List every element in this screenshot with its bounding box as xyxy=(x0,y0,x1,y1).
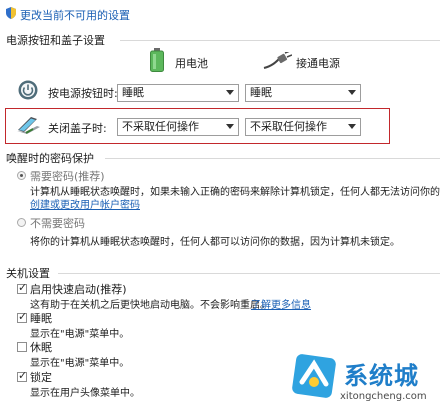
chevron-down-icon xyxy=(226,124,234,129)
change-unavailable-settings-link[interactable]: 更改当前不可用的设置 xyxy=(20,7,130,23)
chevron-down-icon xyxy=(348,90,356,95)
lock-checkbox[interactable] xyxy=(17,369,27,382)
lid-close-label: 关闭盖子时: xyxy=(48,122,107,135)
shutdown-section-title: 关机设置 xyxy=(6,267,50,280)
power-buttons-section-title: 电源按钮和盖子设置 xyxy=(6,34,105,47)
fast-startup-description: 这有助于在关机之后更快地启动电脑。不会影响重启。 xyxy=(30,300,270,311)
lid-plugged-select[interactable]: 不采取任何操作 xyxy=(245,118,361,136)
power-button-icon xyxy=(18,80,38,100)
chevron-down-icon xyxy=(226,90,234,95)
chevron-down-icon xyxy=(348,124,356,129)
sleep-description: 显示在"电源"菜单中。 xyxy=(30,329,130,340)
watermark-url: xitongcheng.com xyxy=(340,391,427,402)
lid-battery-select[interactable]: 不采取任何操作 xyxy=(117,118,239,136)
laptop-lid-icon xyxy=(15,114,41,136)
lid-battery-value: 不采取任何操作 xyxy=(122,120,199,133)
hibernate-description: 显示在"电源"菜单中。 xyxy=(30,358,130,369)
lid-plugged-value: 不采取任何操作 xyxy=(250,120,327,133)
sleep-label: 睡眠 xyxy=(30,312,52,325)
plug-icon xyxy=(262,50,293,70)
power-button-battery-value: 睡眠 xyxy=(122,86,144,99)
fast-startup-label: 启用快速启动(推荐) xyxy=(30,283,127,296)
watermark-logo-icon xyxy=(292,354,336,398)
battery-icon xyxy=(150,48,164,72)
section-divider xyxy=(58,273,440,274)
no-password-radio[interactable] xyxy=(17,218,26,227)
battery-column-label: 用电池 xyxy=(175,57,208,70)
require-password-radio[interactable] xyxy=(17,171,26,180)
require-password-label: 需要密码(推荐) xyxy=(30,170,105,183)
fast-startup-checkbox[interactable] xyxy=(17,281,27,294)
hibernate-checkbox[interactable] xyxy=(17,342,27,352)
plugged-column-label: 接通电源 xyxy=(296,57,340,70)
section-divider xyxy=(120,40,440,41)
power-button-label: 按电源按钮时: xyxy=(48,87,118,100)
create-change-password-link[interactable]: 创建或更改用户帐户密码 xyxy=(30,196,140,211)
no-password-label: 不需要密码 xyxy=(30,217,85,230)
lock-description: 显示在用户头像菜单中。 xyxy=(30,388,140,399)
power-button-plugged-value: 睡眠 xyxy=(250,86,272,99)
learn-more-link[interactable]: 了解更多信息 xyxy=(251,296,311,311)
section-divider xyxy=(105,158,440,159)
no-password-description: 将你的计算机从睡眠状态唤醒时，任何人都可以访问你的数据，因为计算机未锁定。 xyxy=(30,237,400,248)
power-button-battery-select[interactable]: 睡眠 xyxy=(117,84,239,102)
hibernate-label: 休眠 xyxy=(30,341,52,354)
password-section-title: 唤醒时的密码保护 xyxy=(6,152,94,165)
power-button-plugged-select[interactable]: 睡眠 xyxy=(245,84,361,102)
watermark-text: 系统城 xyxy=(344,362,419,390)
sleep-checkbox[interactable] xyxy=(17,310,27,323)
lock-label: 锁定 xyxy=(30,371,52,384)
uac-shield-icon xyxy=(5,7,17,19)
